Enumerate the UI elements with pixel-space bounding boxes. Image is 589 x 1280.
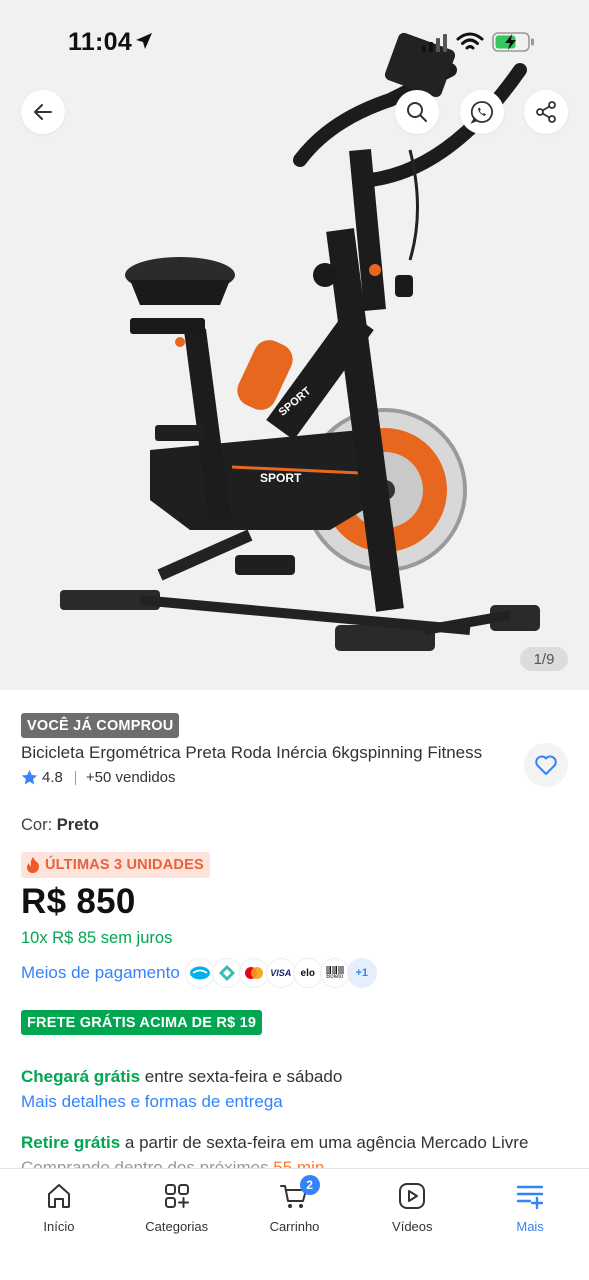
price: R$ 850	[21, 882, 136, 921]
low-stock-badge: ÚLTIMAS 3 UNIDADES	[21, 852, 210, 878]
rating-row[interactable]: 4.8 +50 vendidos	[21, 769, 176, 786]
nav-cart-label: Carrinho	[269, 1219, 320, 1234]
nav-videos-label: Vídeos	[392, 1219, 433, 1234]
whatsapp-share-button[interactable]	[460, 90, 504, 134]
elo-icon: elo	[292, 958, 323, 988]
already-bought-badge: VOCÊ JÁ COMPROU	[21, 713, 180, 738]
battery-icon	[492, 32, 534, 52]
share-button[interactable]	[524, 90, 568, 134]
nav-cart[interactable]: 2 Carrinho	[236, 1169, 354, 1280]
nav-more-label: Mais	[516, 1219, 544, 1234]
boleto-icon: Boleto	[319, 958, 350, 988]
search-icon	[407, 102, 427, 122]
nav-home[interactable]: Início	[0, 1169, 118, 1280]
pickup-details: a partir de sexta-feira em uma agência M…	[120, 1133, 529, 1152]
nav-categories[interactable]: Categorias	[118, 1169, 236, 1280]
star-icon	[21, 769, 38, 785]
status-bar: 11:04	[0, 0, 589, 86]
status-time: 11:04	[68, 28, 133, 56]
heart-icon	[535, 755, 557, 775]
sold-count: +50 vendidos	[85, 769, 176, 786]
payment-methods-link[interactable]: Meios de pagamento	[21, 963, 180, 983]
nav-categories-label: Categorias	[145, 1219, 209, 1234]
color-value: Preto	[56, 816, 99, 834]
color-label: Cor:	[21, 816, 53, 834]
payment-methods-row[interactable]: Meios de pagamento VISA elo Boleto +1	[21, 957, 377, 989]
nav-more[interactable]: Mais	[471, 1169, 589, 1280]
home-icon	[47, 1184, 70, 1208]
mastercard-icon	[238, 958, 269, 988]
image-counter: 1/9	[520, 647, 568, 671]
favorite-button[interactable]	[524, 743, 568, 787]
cart-count-badge: 2	[299, 1175, 320, 1195]
mercado-pago-icon	[184, 958, 215, 988]
cellular-signal-icon	[422, 34, 447, 52]
pix-icon	[211, 958, 242, 988]
fire-icon	[27, 857, 39, 873]
rating-value: 4.8	[42, 769, 63, 786]
delivery-dates: entre sexta-feira e sábado	[140, 1067, 343, 1086]
wifi-icon	[456, 32, 484, 50]
product-image-gallery[interactable]: 11:04 SPORT SPORT 1/9	[0, 0, 589, 690]
more-icon	[516, 1185, 544, 1210]
color-selector[interactable]: Cor: Preto	[21, 816, 99, 835]
categories-icon	[164, 1184, 189, 1208]
more-payment-methods[interactable]: +1	[346, 958, 377, 988]
low-stock-text: ÚLTIMAS 3 UNIDADES	[45, 857, 204, 873]
installments: 10x R$ 85 sem juros	[21, 929, 173, 947]
pickup-estimate: Retire grátis a partir de sexta-feira em…	[21, 1133, 528, 1153]
free-shipping-badge: FRETE GRÁTIS ACIMA DE R$ 19	[21, 1010, 263, 1035]
whatsapp-icon	[470, 101, 493, 124]
location-arrow-icon	[136, 33, 152, 49]
nav-videos[interactable]: Vídeos	[353, 1169, 471, 1280]
video-icon	[399, 1183, 426, 1209]
visa-icon: VISA	[265, 958, 296, 988]
bottom-navigation: Início Categorias 2 Carrinho Vídeos Mais	[0, 1168, 589, 1280]
shipping-details-link[interactable]: Mais detalhes e formas de entrega	[21, 1092, 283, 1112]
share-icon	[536, 101, 556, 123]
search-button[interactable]	[395, 90, 439, 134]
frame-sport-label: SPORT	[260, 471, 302, 485]
nav-home-label: Início	[43, 1219, 75, 1234]
arrow-left-icon	[34, 104, 52, 120]
rating-separator	[74, 770, 76, 785]
product-title: Bicicleta Ergométrica Preta Roda Inércia…	[21, 743, 483, 762]
pickup-free-label: Retire grátis	[21, 1133, 121, 1152]
delivery-estimate: Chegará grátis entre sexta-feira e sábad…	[21, 1067, 342, 1087]
back-button[interactable]	[21, 90, 65, 134]
boleto-label: Boleto	[326, 974, 344, 980]
delivery-free-label: Chegará grátis	[21, 1067, 141, 1086]
